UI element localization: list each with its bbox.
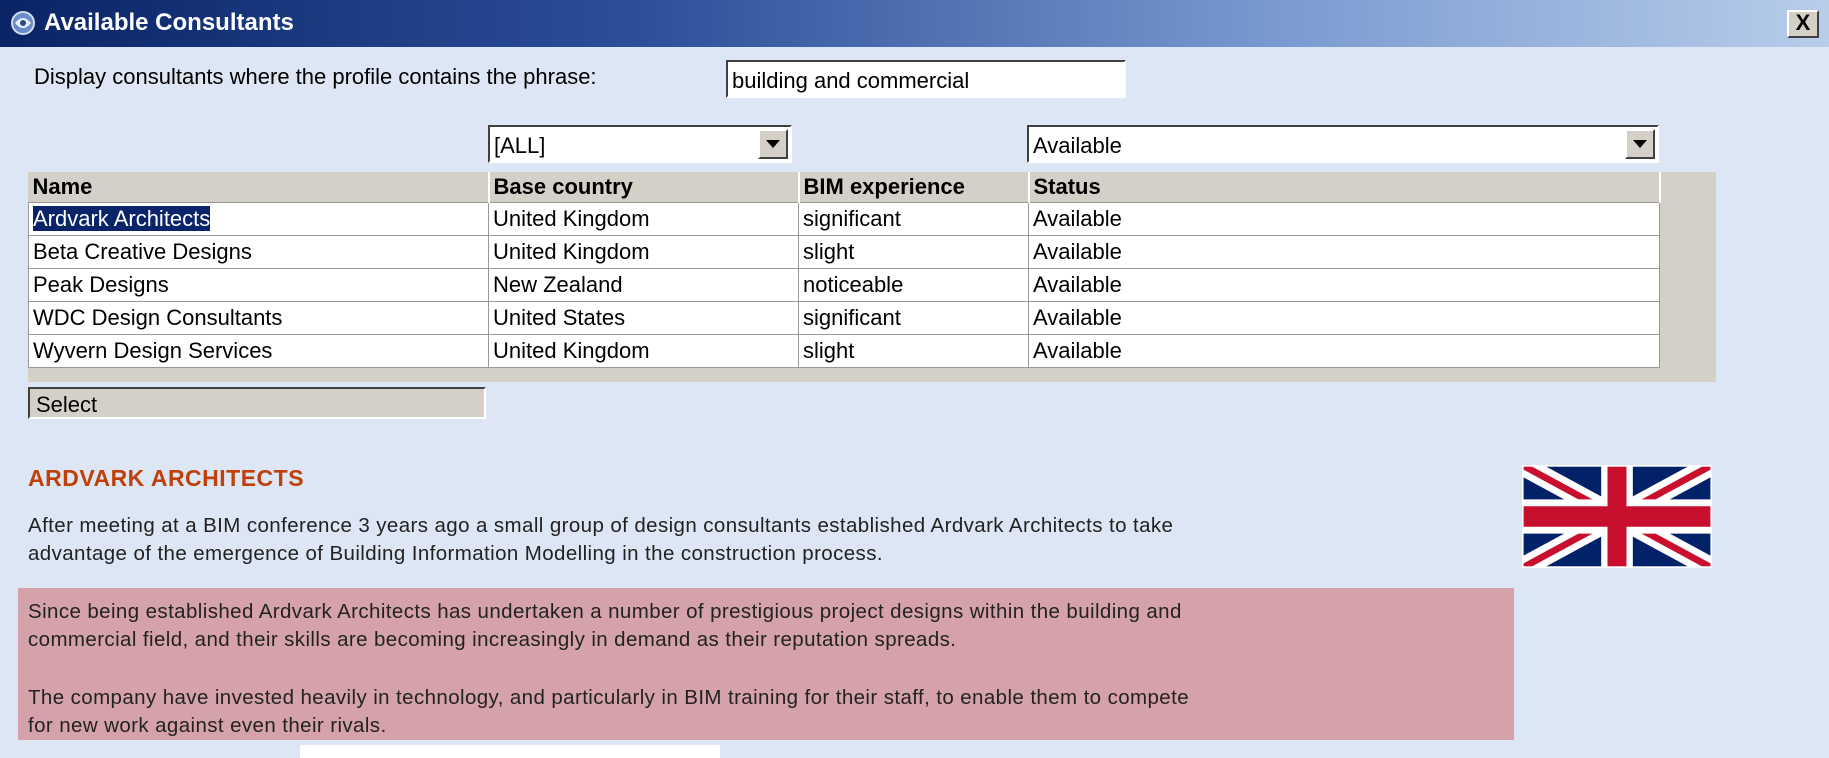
- chevron-down-icon[interactable]: [1625, 129, 1655, 159]
- cell-bim[interactable]: significant: [798, 202, 1029, 236]
- column-header-bim[interactable]: BIM experience: [798, 172, 1030, 203]
- cell-bim[interactable]: noticeable: [798, 268, 1029, 302]
- cell-country[interactable]: New Zealand: [488, 268, 799, 302]
- intro-paragraph: After meeting at a BIM conference 3 year…: [28, 512, 1173, 568]
- callout-pointer: [300, 745, 720, 758]
- status-dropdown-value: Available: [1033, 133, 1122, 158]
- phrase-label: Display consultants where the profile co…: [34, 64, 597, 89]
- status-dropdown[interactable]: Available: [1027, 125, 1659, 163]
- cell-bim[interactable]: significant: [798, 301, 1029, 335]
- cell-status[interactable]: Available: [1028, 301, 1660, 335]
- chevron-down-icon[interactable]: [758, 129, 788, 159]
- profile-paragraph: Since being established Ardvark Architec…: [28, 598, 1182, 654]
- table-row[interactable]: WDC Design Consultants United States sig…: [28, 301, 1660, 335]
- select-button[interactable]: Select: [28, 387, 486, 419]
- column-header-name[interactable]: Name: [28, 172, 490, 203]
- technology-line: The company have invested heavily in tec…: [28, 686, 1190, 709]
- cell-status[interactable]: Available: [1028, 334, 1660, 368]
- app-icon: [11, 11, 35, 35]
- table-header-row: Name Base country BIM experience Status: [28, 172, 1661, 203]
- uk-flag-icon: [1522, 465, 1712, 568]
- profile-line: Since being established Ardvark Architec…: [28, 600, 1182, 623]
- column-header-status[interactable]: Status: [1028, 172, 1661, 203]
- consultants-grid: Name Base country BIM experience Status …: [28, 172, 1716, 382]
- selected-cell-text: Ardvark Architects: [33, 206, 211, 231]
- intro-line: advantage of the emergence of Building I…: [28, 542, 883, 565]
- technology-line: for new work against even their rivals.: [28, 714, 387, 737]
- cell-name[interactable]: Peak Designs: [28, 268, 489, 302]
- technology-paragraph: The company have invested heavily in tec…: [28, 684, 1189, 740]
- cell-status[interactable]: Available: [1028, 268, 1660, 302]
- profile-line: commercial field, and their skills are b…: [28, 628, 957, 651]
- table-row[interactable]: Beta Creative Designs United Kingdom sli…: [28, 235, 1660, 269]
- title-bar[interactable]: Available Consultants X: [0, 0, 1829, 47]
- table-row[interactable]: Peak Designs New Zealand noticeable Avai…: [28, 268, 1660, 302]
- consultants-table: Name Base country BIM experience Status …: [28, 172, 1661, 368]
- consultants-window: Available Consultants X Display consulta…: [0, 0, 1829, 758]
- cell-country[interactable]: United Kingdom: [488, 202, 799, 236]
- cell-country[interactable]: United Kingdom: [488, 334, 799, 368]
- cell-country[interactable]: United States: [488, 301, 799, 335]
- close-button[interactable]: X: [1787, 10, 1819, 38]
- cell-country[interactable]: United Kingdom: [488, 235, 799, 269]
- cell-bim[interactable]: slight: [798, 235, 1029, 269]
- cell-name[interactable]: WDC Design Consultants: [28, 301, 489, 335]
- intro-line: After meeting at a BIM conference 3 year…: [28, 514, 1174, 537]
- table-row[interactable]: Ardvark Architects United Kingdom signif…: [28, 202, 1660, 236]
- cell-bim[interactable]: slight: [798, 334, 1029, 368]
- window-title: Available Consultants: [44, 9, 294, 36]
- phrase-input[interactable]: building and commercial: [726, 60, 1126, 98]
- cell-status[interactable]: Available: [1028, 235, 1660, 269]
- cell-status[interactable]: Available: [1028, 202, 1660, 236]
- cell-name[interactable]: Wyvern Design Services: [28, 334, 489, 368]
- country-dropdown[interactable]: [ALL]: [488, 125, 792, 163]
- cell-name[interactable]: Beta Creative Designs: [28, 235, 489, 269]
- column-header-country[interactable]: Base country: [488, 172, 800, 203]
- consultant-title: ARDVARK ARCHITECTS: [28, 465, 305, 491]
- country-dropdown-value: [ALL]: [494, 133, 546, 158]
- cell-name[interactable]: Ardvark Architects: [28, 202, 489, 236]
- table-row[interactable]: Wyvern Design Services United Kingdom sl…: [28, 334, 1660, 368]
